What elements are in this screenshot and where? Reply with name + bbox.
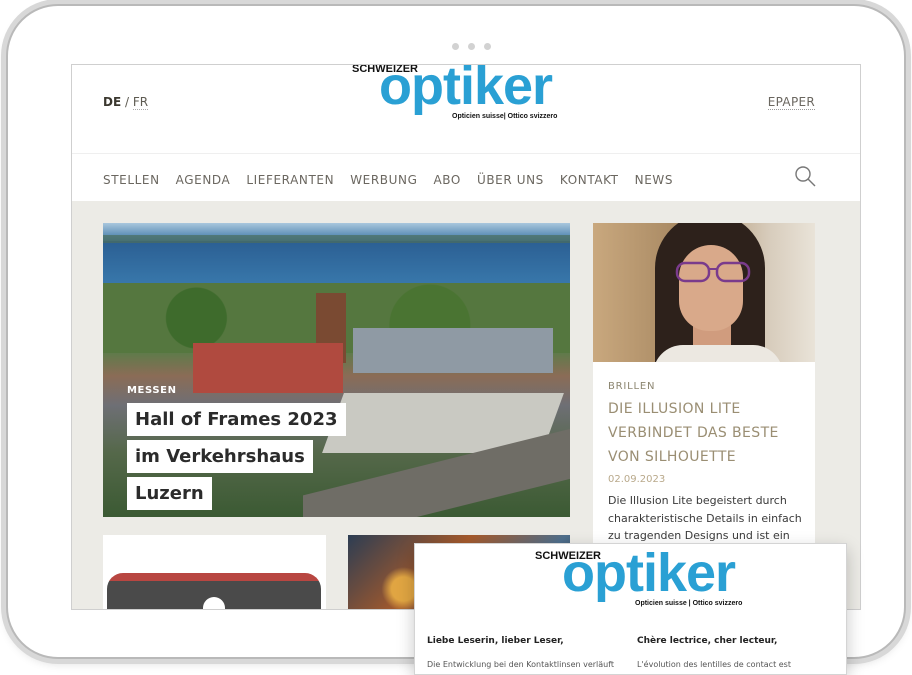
popup-text-de: Die Entwicklung bei den Kontaktlinsen ve… bbox=[427, 660, 615, 669]
logo-wordmark: optiker bbox=[379, 64, 553, 116]
site-logo[interactable]: SCHWEIZER optiker Opticien suisse| Ottic… bbox=[352, 64, 592, 125]
hero-title[interactable]: Hall of Frames 2023 im Verkehrshaus Luze… bbox=[127, 403, 346, 510]
article-card[interactable]: BRILLEN DIE ILLUSION LITE VERBINDET DAS … bbox=[593, 223, 815, 563]
card-title[interactable]: DIE ILLUSION LITE VERBINDET DAS BESTE VO… bbox=[608, 397, 808, 469]
sunglasses-bridge bbox=[203, 597, 225, 609]
lang-separator: / bbox=[121, 95, 133, 109]
nav-item-lieferanten[interactable]: LIEFERANTEN bbox=[246, 173, 334, 187]
card-date: 02.09.2023 bbox=[608, 474, 666, 485]
hero-shore bbox=[103, 235, 570, 243]
nav-item-agenda[interactable]: AGENDA bbox=[176, 173, 231, 187]
hero-category[interactable]: MESSEN bbox=[127, 385, 177, 396]
lang-fr-link[interactable]: FR bbox=[132, 95, 149, 110]
epaper-link[interactable]: EPAPER bbox=[767, 95, 815, 110]
card-photo-shirt bbox=[653, 345, 783, 362]
card-photo-face bbox=[679, 245, 743, 331]
popup-greeting-de: Liebe Leserin, lieber Leser, bbox=[427, 636, 564, 646]
header-divider bbox=[72, 153, 860, 154]
card-excerpt: Die Illusion Lite begeistert durch chara… bbox=[608, 494, 802, 542]
hero-grey-building bbox=[353, 328, 553, 373]
site-header: DE / FR SCHWEIZER optiker Opticien suiss… bbox=[72, 65, 860, 201]
popup-logo-wordmark: optiker bbox=[562, 543, 736, 603]
search-icon[interactable] bbox=[794, 165, 816, 187]
hero-article[interactable]: MESSEN Hall of Frames 2023 im Verkehrsha… bbox=[103, 223, 570, 517]
language-switcher: DE / FR bbox=[103, 95, 149, 110]
popup-greeting-fr: Chère lectrice, cher lecteur, bbox=[637, 636, 778, 646]
lang-de-link[interactable]: DE bbox=[103, 95, 121, 109]
main-nav: STELLEN AGENDA LIEFERANTEN WERBUNG ABO Ü… bbox=[103, 173, 673, 187]
card-photo[interactable] bbox=[593, 223, 815, 362]
nav-item-news[interactable]: NEWS bbox=[635, 173, 673, 187]
popup-logo-subtitle: Opticien suisse | Ottico svizzero bbox=[635, 600, 743, 607]
glasses-icon bbox=[675, 261, 751, 283]
sunglasses-image bbox=[107, 573, 321, 609]
popup-text-fr: L'évolution des lentilles de contact est bbox=[637, 660, 791, 669]
nav-item-ueber-uns[interactable]: ÜBER UNS bbox=[477, 173, 544, 187]
newsletter-popup[interactable]: SCHWEIZER optiker Opticien suisse | Otti… bbox=[414, 543, 847, 675]
nav-item-werbung[interactable]: WERBUNG bbox=[350, 173, 417, 187]
nav-item-stellen[interactable]: STELLEN bbox=[103, 173, 160, 187]
hero-red-building bbox=[193, 343, 343, 393]
card-category[interactable]: BRILLEN bbox=[608, 381, 655, 392]
camera-dots bbox=[452, 43, 491, 50]
nav-item-abo[interactable]: ABO bbox=[433, 173, 460, 187]
hero-headline[interactable]: Hall of Frames 2023 im Verkehrshaus Luze… bbox=[127, 401, 367, 512]
nav-item-kontakt[interactable]: KONTAKT bbox=[560, 173, 619, 187]
popup-logo: SCHWEIZER optiker Opticien suisse | Otti… bbox=[535, 546, 775, 612]
logo-subtitle: Opticien suisse| Ottico svizzero bbox=[452, 113, 558, 120]
article-tile-sunglasses[interactable] bbox=[103, 535, 326, 609]
browser-screen: DE / FR SCHWEIZER optiker Opticien suiss… bbox=[71, 64, 861, 610]
